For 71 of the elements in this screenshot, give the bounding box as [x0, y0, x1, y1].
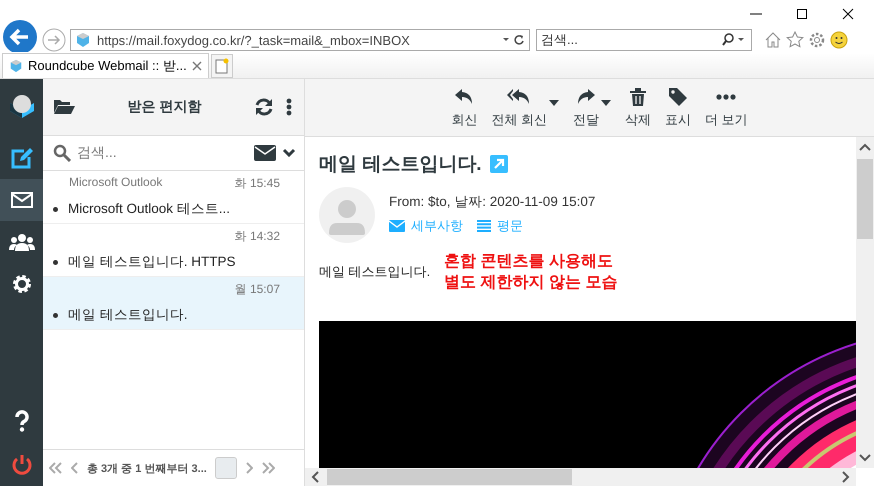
scroll-left-icon[interactable] — [311, 471, 319, 483]
site-icon — [75, 32, 91, 48]
folder-icon[interactable] — [53, 99, 75, 115]
folder-title: 받은 편지함 — [126, 98, 202, 116]
caret-icon[interactable] — [549, 100, 559, 106]
reply-all-button[interactable]: 전체 회신 — [485, 79, 565, 136]
reply-all-icon[interactable] — [507, 88, 532, 106]
envelope-icon[interactable] — [10, 192, 32, 208]
message-subject-heading: 메일 테스트입니다. — [319, 153, 482, 177]
back-icon[interactable] — [2, 19, 38, 55]
scroll-down-icon[interactable] — [859, 454, 871, 462]
address-field[interactable]: https://mail.foxydog.co.kr/?_task=mail&_mbox=INBOX — [70, 29, 530, 51]
search-field[interactable]: 검색... — [536, 29, 752, 51]
message-subject: 메일 테스트입니다. HTTPS — [68, 253, 236, 271]
refresh-icon[interactable] — [503, 34, 525, 46]
avatar-icon — [319, 187, 375, 243]
message-date: 화 15:45 — [234, 175, 280, 191]
pagination-text: 총 3개 중 1 번째부터 3... — [87, 462, 207, 476]
compose-icon[interactable] — [10, 147, 34, 169]
power-icon[interactable] — [10, 454, 32, 476]
vertical-scrollbar[interactable] — [856, 137, 874, 468]
message-row[interactable]: 월 15:07 메일 테스트입니다. — [43, 277, 304, 330]
new-tab-button[interactable] — [210, 54, 233, 78]
scroll-up-icon[interactable] — [859, 143, 871, 151]
message-date: 월 15:07 — [234, 281, 280, 297]
new-tab-icon[interactable] — [214, 58, 229, 74]
star-icon[interactable] — [786, 31, 804, 49]
message-row[interactable]: Microsoft Outlook 화 15:45 Microsoft Outlook 테스트... — [43, 171, 304, 224]
envelope-icon[interactable] — [254, 145, 276, 161]
mark-button[interactable]: 표시 — [659, 79, 697, 136]
message-sender: Microsoft Outlook — [69, 175, 164, 191]
search-icon[interactable] — [721, 33, 747, 47]
tag-icon[interactable] — [669, 88, 687, 106]
unread-dot-icon — [53, 260, 58, 264]
message-date: 화 14:32 — [234, 228, 280, 244]
browser-tab[interactable]: Roundcube Webmail :: 받... — [2, 53, 209, 78]
caret-icon[interactable] — [601, 100, 611, 106]
trash-icon[interactable] — [630, 88, 646, 106]
people-icon[interactable] — [8, 233, 34, 251]
message-body-text: 메일 테스트입니다. — [319, 263, 430, 281]
reply-icon[interactable] — [454, 88, 474, 106]
message-subject: Microsoft Outlook 테스트... — [68, 200, 230, 218]
page-field[interactable] — [214, 457, 237, 479]
reply-button[interactable]: 회신 — [445, 79, 484, 136]
smiley-icon[interactable] — [830, 31, 848, 49]
message-subject: 메일 테스트입니다. — [68, 306, 188, 324]
more-button[interactable]: 더 보기 — [699, 79, 754, 136]
refresh-icon[interactable] — [254, 97, 274, 117]
site-icon — [9, 59, 23, 73]
close-icon[interactable] — [842, 8, 854, 20]
maximize-icon[interactable] — [796, 8, 808, 20]
annotation-text: 혼합 콘텐츠를 사용해도 — [444, 252, 614, 272]
more-menu-icon[interactable] — [286, 98, 292, 116]
chevron-down-icon[interactable] — [282, 148, 296, 158]
help-icon[interactable] — [14, 410, 30, 432]
unread-dot-icon — [53, 206, 58, 212]
annotation-text: 별도 제한하지 않는 모습 — [444, 273, 618, 293]
delete-button[interactable]: 삭제 — [619, 79, 657, 136]
horizontal-scrollbar[interactable] — [305, 468, 856, 486]
home-icon[interactable] — [764, 31, 782, 49]
scrollbar-thumb[interactable] — [327, 469, 572, 485]
forward-button[interactable]: 전달 — [567, 79, 617, 136]
search-field[interactable]: 검색... — [77, 144, 248, 162]
message-header-line: From: $to, 날짜: 2020-11-09 15:07 — [389, 193, 596, 211]
search-icon — [53, 144, 71, 162]
forward-icon[interactable] — [576, 88, 596, 106]
more-icon[interactable] — [716, 94, 736, 100]
scrollbar-thumb[interactable] — [857, 159, 873, 239]
mail-nav-item[interactable] — [0, 179, 43, 221]
unread-dot-icon — [53, 312, 58, 318]
scroll-right-icon[interactable] — [842, 471, 850, 483]
